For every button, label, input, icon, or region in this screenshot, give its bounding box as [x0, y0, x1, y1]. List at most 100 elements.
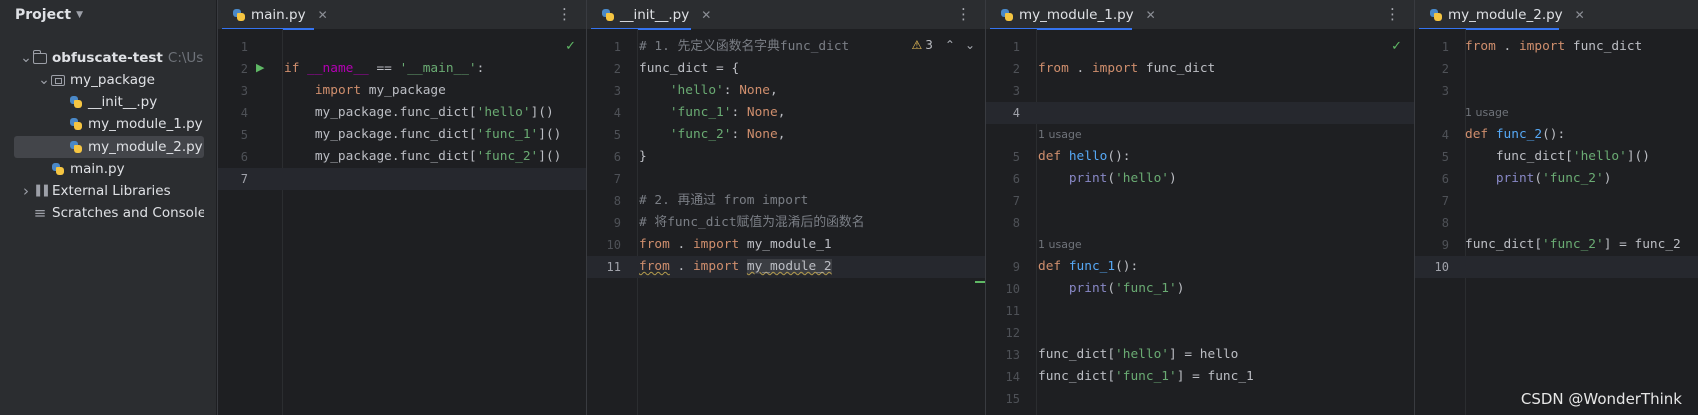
- line-number: 10: [606, 238, 621, 252]
- chevron-down-icon[interactable]: ▼: [76, 10, 83, 20]
- chevron-down-icon[interactable]: ⌄: [38, 73, 50, 87]
- close-icon[interactable]: ✕: [1575, 8, 1585, 22]
- code-line[interactable]: 'func_2': None,: [639, 124, 786, 146]
- line-number: 5: [613, 128, 621, 142]
- tree-item[interactable]: ⌄ my_package: [14, 69, 204, 91]
- line-number: 6: [613, 150, 621, 164]
- chevron-down-icon[interactable]: ⌄: [20, 51, 32, 65]
- close-icon[interactable]: ✕: [318, 8, 328, 22]
- close-icon[interactable]: ✕: [701, 8, 711, 22]
- more-options-icon[interactable]: ⋮: [1385, 6, 1400, 22]
- editor-tab[interactable]: __init__.py ✕: [601, 0, 711, 29]
- editor-pane-module-2: my_module_2.py ✕ 1 from . import func_dict 2…: [1414, 0, 1698, 415]
- more-options-icon[interactable]: ⋮: [956, 6, 971, 22]
- project-header[interactable]: Project ▼: [0, 0, 216, 29]
- code-line[interactable]: func_dict['func_2'] = func_2: [1465, 234, 1681, 256]
- code-line[interactable]: # 将func_dict赋值为混淆后的函数名: [639, 212, 865, 234]
- tree-item[interactable]: my_module_2.py: [14, 136, 204, 158]
- line-number: 2: [240, 62, 248, 76]
- code-line[interactable]: func_dict['hello'] = hello: [1038, 344, 1238, 366]
- editor-pane-init: __init__.py ✕ ⋮ 1 # 1. 先定义函数名字典func_dict 2 fun…: [586, 0, 985, 415]
- code-line[interactable]: from . import my_module_1: [639, 234, 832, 256]
- chevron-right-icon[interactable]: ›: [20, 182, 32, 200]
- line-number: 15: [1005, 392, 1020, 406]
- code-line[interactable]: func_dict = {: [639, 58, 739, 80]
- current-line-highlight: [1415, 256, 1698, 278]
- python-file-icon: [51, 162, 65, 176]
- tree-item-label: obfuscate-test: [52, 50, 163, 66]
- editor-tab[interactable]: main.py ✕: [232, 0, 328, 29]
- code-line[interactable]: # 1. 先定义函数名字典func_dict: [639, 36, 849, 58]
- python-file-icon: [601, 8, 615, 22]
- code-line[interactable]: func_dict['hello'](): [1465, 146, 1650, 168]
- watermark: CSDN @WonderThink: [1520, 390, 1682, 408]
- chevron-down-icon[interactable]: ⌄: [965, 38, 975, 52]
- line-number: 7: [1012, 194, 1020, 208]
- tree-item[interactable]: ⌄ obfuscate-testC:\Users\: [14, 47, 204, 69]
- code-line[interactable]: 'func_1': None,: [639, 102, 786, 124]
- code-line[interactable]: from . import my_module_2: [639, 256, 832, 278]
- line-number: 3: [240, 84, 248, 98]
- code-line[interactable]: if __name__ == '__main__':: [284, 58, 484, 80]
- warnings-indicator[interactable]: ⚠ 3 ⌃ ⌄: [911, 38, 975, 52]
- chevron-up-icon[interactable]: ⌃: [945, 38, 955, 52]
- editor-tab[interactable]: my_module_2.py ✕: [1429, 0, 1585, 29]
- code-line[interactable]: from . import func_dict: [1038, 58, 1215, 80]
- tab-label: my_module_1.py: [1019, 6, 1134, 23]
- tree-item[interactable]: main.py: [14, 158, 204, 180]
- line-number: 3: [1012, 84, 1020, 98]
- no-problems-check-icon[interactable]: ✓: [565, 39, 576, 54]
- line-number: 9: [613, 216, 621, 230]
- code-line[interactable]: def func_1():: [1038, 256, 1138, 278]
- python-file-icon: [232, 8, 246, 22]
- line-number: 5: [1441, 150, 1449, 164]
- line-number: 10: [1005, 282, 1020, 296]
- code-line[interactable]: print('hello'): [1038, 168, 1177, 190]
- code-line[interactable]: def func_2():: [1465, 124, 1565, 146]
- line-number: 14: [1005, 370, 1020, 384]
- code-line[interactable]: my_package.func_dict['func_2'](): [284, 146, 562, 168]
- code-line[interactable]: # 2. 再通过 from import: [639, 190, 808, 212]
- code-line[interactable]: func_dict['func_1'] = func_1: [1038, 366, 1254, 388]
- run-icon[interactable]: ▶: [256, 61, 264, 74]
- tree-item[interactable]: my_module_1.py: [14, 113, 204, 135]
- editor-tab-bar: main.py ✕ ⋮: [218, 0, 586, 30]
- tree-item-label: my_module_1.py: [88, 116, 203, 132]
- more-options-icon[interactable]: ⋮: [557, 6, 572, 22]
- usage-hint[interactable]: 1 usage: [1038, 128, 1082, 141]
- line-number: 2: [1441, 62, 1449, 76]
- editor-tab-bar: my_module_2.py ✕: [1415, 0, 1698, 30]
- tree-item[interactable]: ≡ Scratches and Consoles: [14, 202, 204, 224]
- line-number: 6: [1012, 172, 1020, 186]
- code-line[interactable]: print('func_2'): [1465, 168, 1612, 190]
- tree-item[interactable]: __init__.py: [14, 91, 204, 113]
- tree-item-label: my_package: [70, 72, 155, 88]
- tab-label: main.py: [251, 6, 306, 23]
- python-file-icon: [69, 95, 83, 109]
- code-line[interactable]: from . import func_dict: [1465, 36, 1642, 58]
- code-line[interactable]: my_package.func_dict['func_1'](): [284, 124, 562, 146]
- close-icon[interactable]: ✕: [1146, 8, 1156, 22]
- code-line[interactable]: }: [639, 146, 647, 168]
- usage-hint[interactable]: 1 usage: [1465, 106, 1509, 119]
- tree-item[interactable]: › ▐▐ External Libraries: [14, 180, 204, 202]
- python-file-icon: [69, 140, 83, 154]
- line-number: 12: [1005, 326, 1020, 340]
- line-number: 1: [1441, 40, 1449, 54]
- usage-hint[interactable]: 1 usage: [1038, 238, 1082, 251]
- code-line[interactable]: def hello():: [1038, 146, 1130, 168]
- line-number: 11: [1005, 304, 1020, 318]
- code-line[interactable]: my_package.func_dict['hello'](): [284, 102, 554, 124]
- tree-item-label: Scratches and Consoles: [52, 205, 204, 221]
- code-line[interactable]: 'hello': None,: [639, 80, 778, 102]
- line-number: 9: [1441, 238, 1449, 252]
- line-number: 7: [613, 172, 621, 186]
- editor-tab[interactable]: my_module_1.py ✕: [1000, 0, 1156, 29]
- line-number: 4: [613, 106, 621, 120]
- line-number: 8: [1012, 216, 1020, 230]
- code-line[interactable]: print('func_1'): [1038, 278, 1185, 300]
- editor-pane-main: main.py ✕ ⋮ 1 2 ▶ if __name__ == '__main__': 3 …: [217, 0, 586, 415]
- code-line[interactable]: import my_package: [284, 80, 446, 102]
- python-icon: [68, 116, 84, 132]
- no-problems-check-icon[interactable]: ✓: [1391, 39, 1402, 54]
